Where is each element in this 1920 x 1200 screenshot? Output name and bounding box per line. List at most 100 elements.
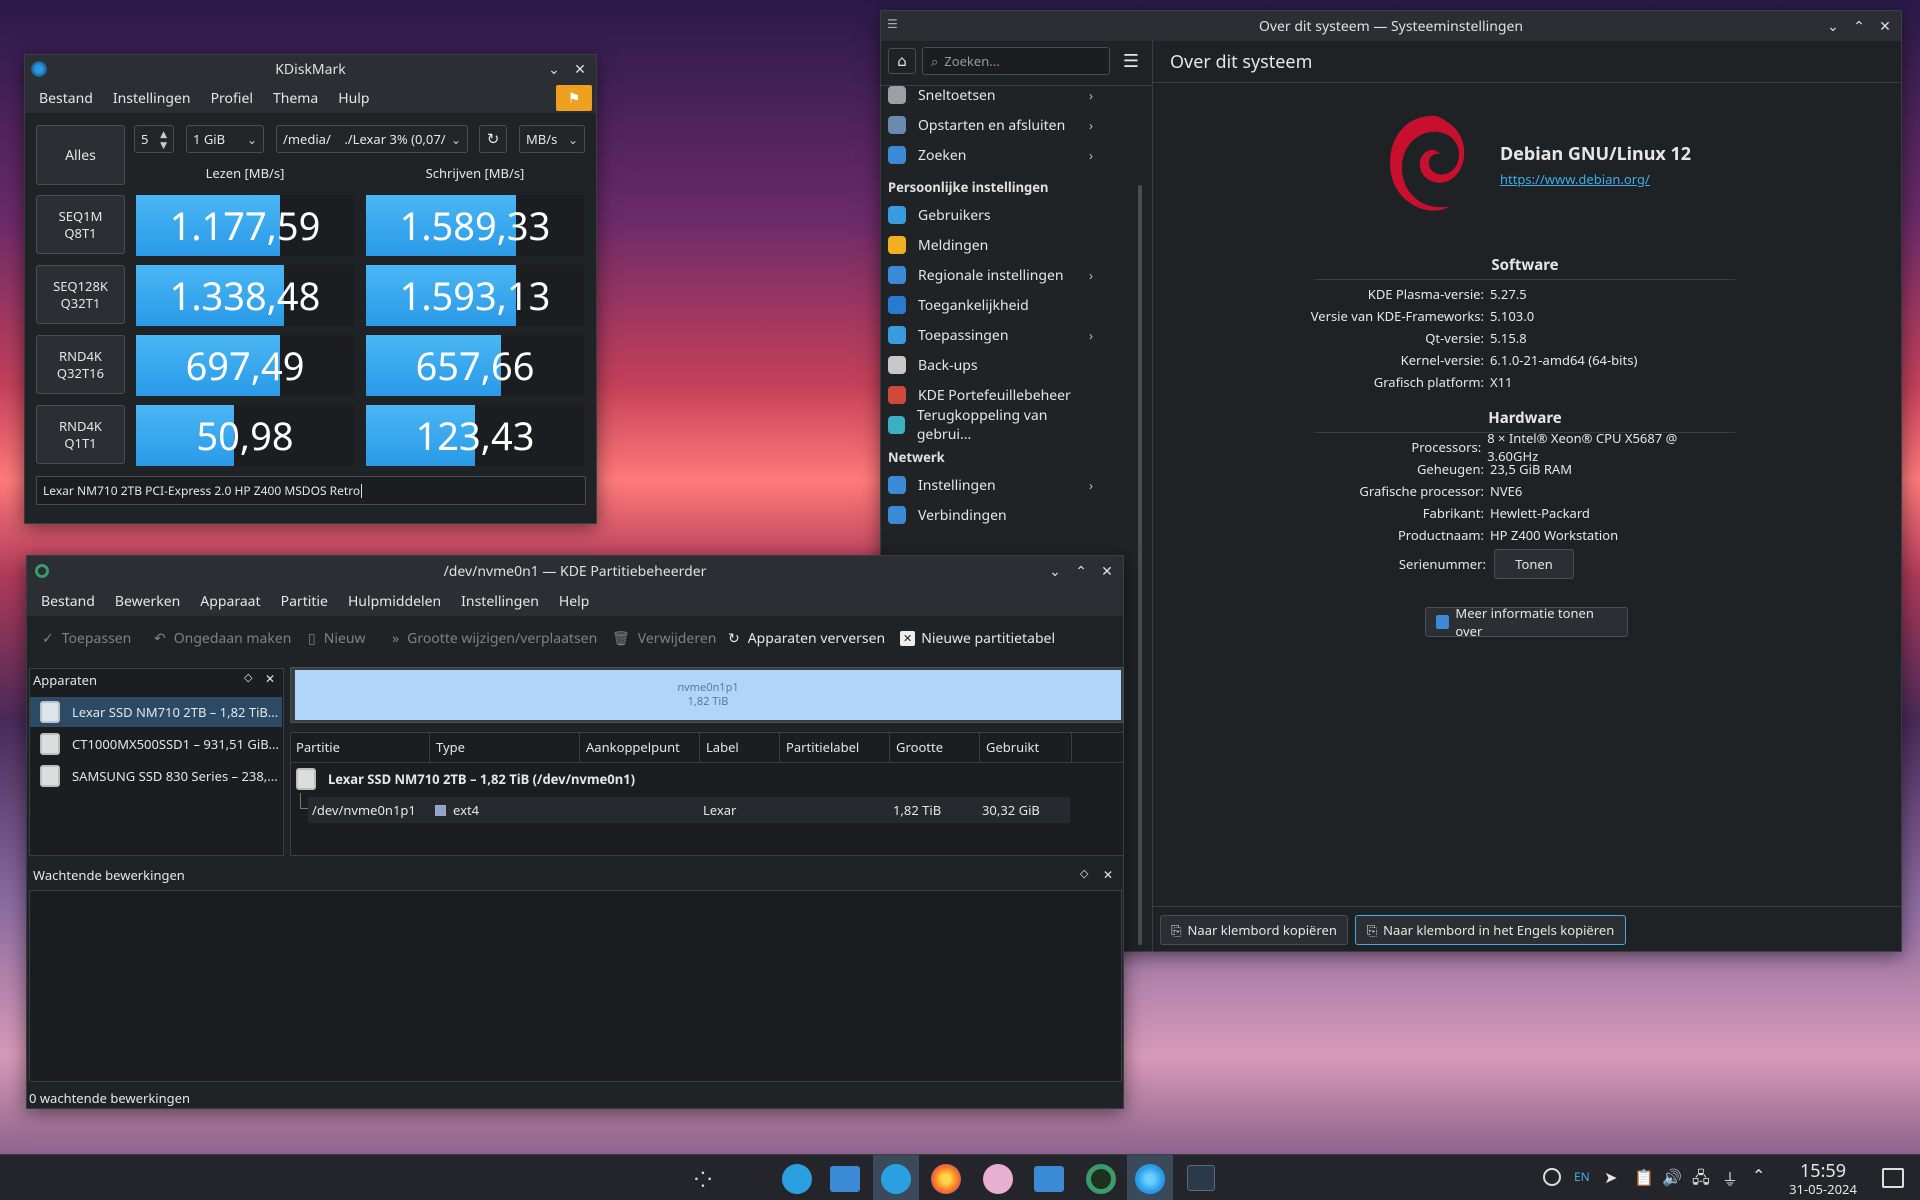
sidebar-item-items_top-2[interactable]: Zoeken › [888, 140, 1093, 170]
spin-arrows-icon[interactable]: ▲ ▼ [160, 128, 167, 150]
col-label[interactable]: Label [700, 732, 780, 762]
device-item[interactable]: SAMSUNG SSD 830 Series – 238,... [30, 761, 282, 791]
copy-english-button[interactable]: ⎘ Naar klembord in het Engels kopiëren [1355, 915, 1626, 945]
close-icon[interactable]: ✕ [1875, 16, 1895, 36]
network-icon[interactable]: 🖧 [1692, 1166, 1710, 1194]
menu-bewerken[interactable]: Bewerken [105, 592, 190, 611]
firefox-icon[interactable] [931, 1164, 961, 1194]
sidebar-item-items_network-1[interactable]: Verbindingen [888, 500, 1093, 530]
tray-input-icon[interactable] [1543, 1168, 1561, 1186]
undo-button[interactable]: ↶ Ongedaan maken [154, 626, 291, 650]
copy-clipboard-button[interactable]: ⎘ Naar klembord kopiëren [1160, 915, 1348, 945]
chevron-up-icon[interactable]: ⌃ [1752, 1164, 1765, 1186]
size-select[interactable]: 1 GiB ⌄ [186, 125, 264, 153]
test-2-button[interactable]: RND4K Q32T16 [36, 335, 125, 394]
col-type[interactable]: Type [430, 732, 580, 762]
close-icon[interactable]: ✕ [1097, 561, 1117, 581]
device-item[interactable]: CT1000MX500SSD1 – 931,51 GiB... [30, 729, 282, 759]
maximize-icon[interactable]: ⌃ [1071, 561, 1091, 581]
sidebar-item-items_personal-1[interactable]: Meldingen [888, 230, 1093, 260]
usb-icon[interactable]: ⏚ [1722, 1166, 1738, 1190]
partition-graph[interactable]: nvme0n1p1 1,82 TiB [290, 667, 1124, 723]
table-row[interactable]: /dev/nvme0n1p1 ext4 Lexar 1,82 TiB 30,32… [300, 793, 1070, 823]
show-desktop-icon[interactable] [1882, 1168, 1904, 1188]
sidebar-item-items_personal-7[interactable]: Terugkoppeling van gebrui... [888, 406, 1093, 444]
tray-language[interactable]: EN [1574, 1168, 1590, 1185]
refresh-devices-button[interactable]: ↻ Apparaten verversen [728, 626, 885, 650]
sidebar-item-items_personal-5[interactable]: Back-ups [888, 350, 1093, 380]
close-panel-icon[interactable]: ✕ [1103, 866, 1113, 883]
sidebar-item-items_personal-3[interactable]: Toegankelijkheid [888, 290, 1093, 320]
sidebar-item-items_top-1[interactable]: Opstarten en afsluiten › [888, 110, 1093, 140]
close-icon[interactable]: ✕ [570, 59, 590, 79]
sidebar-item-items_personal-2[interactable]: Regionale instellingen › [888, 260, 1093, 290]
telegram-icon[interactable] [782, 1164, 812, 1194]
test-1-button[interactable]: SEQ128K Q32T1 [36, 265, 125, 324]
hamburger-menu-button[interactable]: ☰ [1118, 48, 1144, 74]
maximize-icon[interactable]: ⌃ [1849, 16, 1869, 36]
menu-partitie[interactable]: Partitie [271, 592, 338, 611]
unit-select[interactable]: MB/s ⌄ [519, 125, 585, 153]
sidebar-item-items_personal-4[interactable]: Toepassingen › [888, 320, 1093, 350]
app-launcher-icon[interactable]: ⁘ [690, 1164, 716, 1194]
test-3-button[interactable]: RND4K Q1T1 [36, 405, 125, 464]
sidebar-item-items_top-0[interactable]: Sneltoetsen › [888, 80, 1093, 110]
runs-spinbox[interactable]: 5 ▲ ▼ [134, 125, 174, 153]
menu-hulpmiddelen[interactable]: Hulpmiddelen [338, 592, 451, 611]
sidebar-item-items_network-0[interactable]: Instellingen › [888, 470, 1093, 500]
menu-bestand[interactable]: Bestand [29, 89, 103, 108]
menu-apparaat[interactable]: Apparaat [190, 592, 270, 611]
minimize-icon[interactable]: ⌄ [1045, 561, 1065, 581]
menu-hulp[interactable]: Hulp [328, 89, 379, 108]
volume-icon[interactable]: 🔊 [1662, 1166, 1682, 1188]
menu-thema[interactable]: Thema [263, 89, 328, 108]
minimize-icon[interactable]: ⌄ [1823, 16, 1843, 36]
col-grootte[interactable]: Grootte [890, 732, 980, 762]
clipboard-icon[interactable]: 📋 [1634, 1166, 1654, 1188]
sidebar-item-items_personal-0[interactable]: Gebruikers [888, 200, 1093, 230]
partition-block[interactable]: nvme0n1p1 1,82 TiB [295, 670, 1121, 720]
menu-instellingen[interactable]: Instellingen [451, 592, 549, 611]
delete-button[interactable]: 🗑 Verwijderen [612, 626, 716, 650]
path-select[interactable]: /media/ ./Lexar 3% (0,07/ ⌄ [276, 125, 468, 153]
telegram-tray-icon[interactable]: ➤ [1604, 1166, 1617, 1188]
col-aankoppelpunt[interactable]: Aankoppelpunt [580, 732, 700, 762]
apply-button[interactable]: ✓ Toepassen [42, 626, 131, 650]
file-manager-icon[interactable] [1034, 1166, 1064, 1192]
show-serial-button[interactable]: Tonen [1494, 549, 1574, 579]
chat-app-icon[interactable] [983, 1164, 1013, 1194]
distro-url-link[interactable]: https://www.debian.org/ [1500, 170, 1650, 188]
partition-manager-icon[interactable] [1086, 1164, 1116, 1194]
refresh-button[interactable]: ↻ [479, 125, 507, 153]
col-partitielabel[interactable]: Partitielabel [780, 732, 890, 762]
col-gebruikt[interactable]: Gebruikt [980, 732, 1072, 762]
kdiskmark-icon[interactable] [1135, 1164, 1165, 1194]
menu-bestand[interactable]: Bestand [31, 592, 105, 611]
home-button[interactable]: ⌂ [888, 48, 916, 74]
settings-titlebar[interactable]: ☰ Over dit systeem — Systeeminstellingen… [881, 11, 1901, 41]
new-partition-table-button[interactable]: ✕ Nieuwe partitietabel [900, 626, 1055, 650]
float-panel-icon[interactable]: ◇ [1080, 866, 1088, 881]
menu-help[interactable]: Help [549, 592, 600, 611]
resize-button[interactable]: » Grootte wijzigen/verplaatsen [392, 626, 597, 650]
telegram-icon[interactable] [881, 1164, 911, 1194]
minimize-icon[interactable]: ⌄ [544, 59, 564, 79]
menu-profiel[interactable]: Profiel [201, 89, 263, 108]
comment-field[interactable]: Lexar NM710 2TB PCI-Express 2.0 HP Z400 … [36, 476, 586, 505]
clock-date[interactable]: 31-05-2024 [1778, 1180, 1868, 1198]
disk-row[interactable]: Lexar SSD NM710 2TB – 1,82 TiB (/dev/nvm… [296, 766, 1076, 792]
kdiskmark-titlebar[interactable]: KDiskMark ⌄ ✕ [25, 55, 596, 83]
more-info-button[interactable]: Meer informatie tonen over [1425, 604, 1628, 640]
col-partitie[interactable]: Partitie [290, 732, 430, 762]
settings-task-icon[interactable] [1187, 1165, 1215, 1191]
new-button[interactable]: ▯ Nieuw [308, 626, 366, 650]
notification-icon[interactable]: ⚑ [556, 85, 592, 111]
float-panel-icon[interactable]: ◇ [244, 670, 252, 685]
close-panel-icon[interactable]: ✕ [265, 670, 275, 687]
partman-titlebar[interactable]: /dev/nvme0n1 — KDE Partitiebeheerder ⌄ ⌃… [27, 556, 1123, 586]
device-item[interactable]: Lexar SSD NM710 2TB – 1,82 TiB... [30, 697, 282, 727]
run-all-button[interactable]: Alles [36, 125, 125, 185]
file-manager-icon[interactable] [830, 1166, 860, 1192]
search-field[interactable]: ⌕ Zoeken... [922, 47, 1110, 75]
test-0-button[interactable]: SEQ1M Q8T1 [36, 195, 125, 254]
